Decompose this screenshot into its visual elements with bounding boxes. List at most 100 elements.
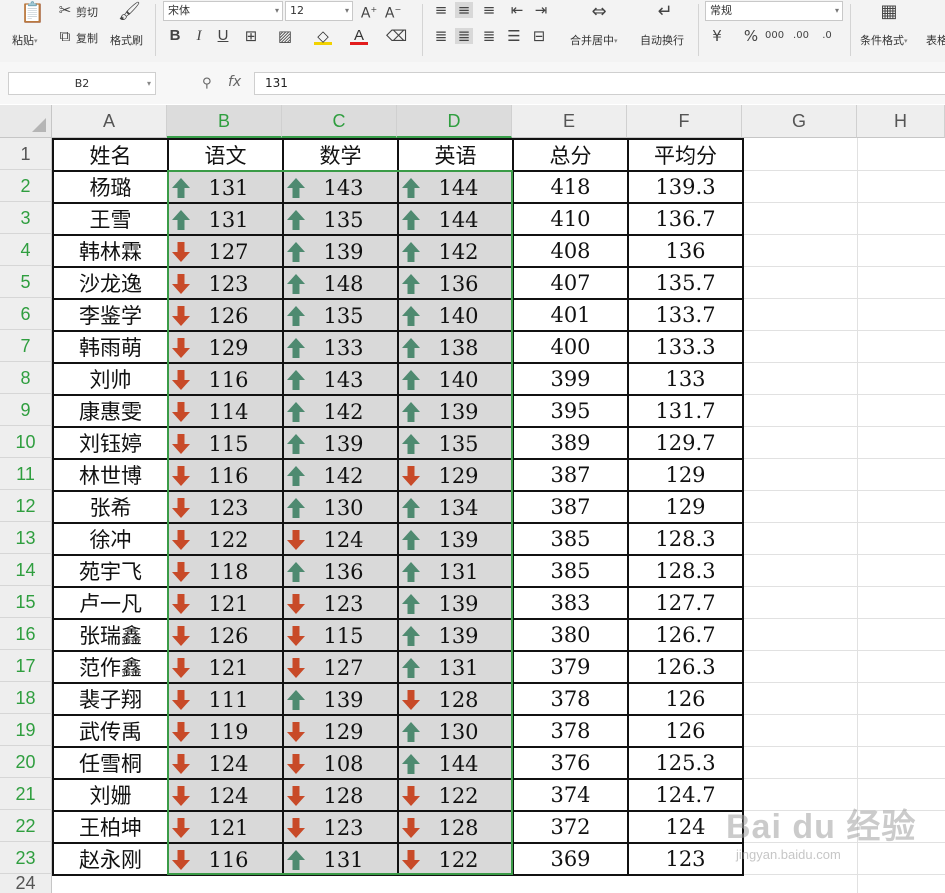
row-header[interactable]: 2	[0, 170, 52, 202]
row-header[interactable]: 7	[0, 330, 52, 362]
math-score-cell[interactable]: 136	[282, 554, 399, 588]
name-cell[interactable]: 沙龙逸	[52, 266, 169, 300]
number-format-select[interactable]: 常规 ▾	[705, 1, 843, 21]
row-header[interactable]: 14	[0, 554, 52, 586]
total-cell[interactable]: 378	[512, 714, 629, 748]
math-score-cell[interactable]: 124	[282, 522, 399, 556]
english-score-cell[interactable]: 139	[397, 618, 514, 652]
name-cell[interactable]: 刘帅	[52, 362, 169, 396]
row-header[interactable]: 5	[0, 266, 52, 298]
chinese-score-cell[interactable]: 122	[167, 522, 284, 556]
total-cell[interactable]: 369	[512, 842, 629, 876]
underline-icon[interactable]: U	[214, 28, 232, 44]
wrap-text-icon[interactable]: ↵	[654, 3, 676, 21]
name-cell[interactable]: 刘姗	[52, 778, 169, 812]
align-middle-icon[interactable]: ≡	[455, 2, 473, 18]
english-score-cell[interactable]: 122	[397, 842, 514, 876]
percent-icon[interactable]: %	[742, 28, 760, 44]
thousands-icon[interactable]: 000	[765, 28, 784, 44]
average-cell[interactable]: 136	[627, 234, 744, 268]
average-cell[interactable]: 128.3	[627, 554, 744, 588]
average-cell[interactable]: 126.3	[627, 650, 744, 684]
align-right-icon[interactable]: ≣	[480, 28, 498, 44]
english-score-cell[interactable]: 140	[397, 362, 514, 396]
border-icon[interactable]: ⊞	[242, 28, 260, 44]
average-cell[interactable]: 126.7	[627, 618, 744, 652]
increase-font-icon[interactable]: A+	[360, 2, 378, 22]
chinese-score-cell[interactable]: 124	[167, 746, 284, 780]
chinese-score-cell[interactable]: 118	[167, 554, 284, 588]
name-cell[interactable]: 杨璐	[52, 170, 169, 204]
chinese-score-cell[interactable]: 116	[167, 362, 284, 396]
row-header[interactable]: 6	[0, 298, 52, 330]
column-header-g[interactable]: G	[742, 105, 857, 138]
math-score-cell[interactable]: 135	[282, 202, 399, 236]
average-cell[interactable]: 131.7	[627, 394, 744, 428]
chinese-score-cell[interactable]: 115	[167, 426, 284, 460]
average-cell[interactable]: 139.3	[627, 170, 744, 204]
row-header[interactable]: 10	[0, 426, 52, 458]
average-cell[interactable]: 135.7	[627, 266, 744, 300]
total-cell[interactable]: 387	[512, 490, 629, 524]
total-cell[interactable]: 399	[512, 362, 629, 396]
header-chinese-cell[interactable]: 语文	[167, 138, 284, 172]
name-cell[interactable]: 任雪桐	[52, 746, 169, 780]
average-cell[interactable]: 126	[627, 714, 744, 748]
select-all-corner[interactable]	[0, 105, 52, 138]
copy-button[interactable]: 复制	[76, 30, 98, 46]
row-header[interactable]: 17	[0, 650, 52, 682]
column-header-b[interactable]: B	[167, 105, 282, 138]
math-score-cell[interactable]: 131	[282, 842, 399, 876]
chinese-score-cell[interactable]: 129	[167, 330, 284, 364]
chinese-score-cell[interactable]: 127	[167, 234, 284, 268]
zoom-magnifier-icon[interactable]: ⚲	[202, 76, 212, 91]
total-cell[interactable]: 407	[512, 266, 629, 300]
english-score-cell[interactable]: 131	[397, 650, 514, 684]
merge-center-button[interactable]: 合并居中▾	[570, 32, 618, 48]
total-cell[interactable]: 374	[512, 778, 629, 812]
merge-center-icon[interactable]: ⇔	[588, 3, 610, 21]
row-header[interactable]: 23	[0, 842, 52, 874]
english-score-cell[interactable]: 144	[397, 202, 514, 236]
chinese-score-cell[interactable]: 126	[167, 618, 284, 652]
name-cell[interactable]: 武传禹	[52, 714, 169, 748]
paste-icon[interactable]: 📋	[20, 2, 45, 22]
chinese-score-cell[interactable]: 123	[167, 266, 284, 300]
average-cell[interactable]: 133	[627, 362, 744, 396]
english-score-cell[interactable]: 142	[397, 234, 514, 268]
row-header[interactable]: 3	[0, 202, 52, 234]
math-score-cell[interactable]: 123	[282, 810, 399, 844]
math-score-cell[interactable]: 148	[282, 266, 399, 300]
english-score-cell[interactable]: 138	[397, 330, 514, 364]
row-header[interactable]: 12	[0, 490, 52, 522]
math-score-cell[interactable]: 139	[282, 234, 399, 268]
fill-color-icon[interactable]: ◇	[314, 28, 332, 45]
row-header[interactable]: 1	[0, 138, 52, 170]
chinese-score-cell[interactable]: 119	[167, 714, 284, 748]
column-header-a[interactable]: A	[52, 105, 167, 138]
math-score-cell[interactable]: 115	[282, 618, 399, 652]
chinese-score-cell[interactable]: 116	[167, 458, 284, 492]
row-header[interactable]: 16	[0, 618, 52, 650]
math-score-cell[interactable]: 108	[282, 746, 399, 780]
font-name-select[interactable]: 宋体 ▾	[163, 1, 283, 21]
math-score-cell[interactable]: 133	[282, 330, 399, 364]
total-cell[interactable]: 383	[512, 586, 629, 620]
chinese-score-cell[interactable]: 121	[167, 810, 284, 844]
name-cell[interactable]: 林世博	[52, 458, 169, 492]
total-cell[interactable]: 379	[512, 650, 629, 684]
name-cell[interactable]: 康惠雯	[52, 394, 169, 428]
wrap-text-button[interactable]: 自动换行	[640, 32, 684, 48]
chinese-score-cell[interactable]: 131	[167, 202, 284, 236]
align-center-icon[interactable]: ≣	[455, 28, 473, 44]
format-painter-icon[interactable]: 🖌	[118, 3, 141, 21]
english-score-cell[interactable]: 136	[397, 266, 514, 300]
bold-icon[interactable]: B	[166, 28, 184, 44]
name-cell[interactable]: 卢一凡	[52, 586, 169, 620]
name-cell[interactable]: 张瑞鑫	[52, 618, 169, 652]
chinese-score-cell[interactable]: 111	[167, 682, 284, 716]
english-score-cell[interactable]: 122	[397, 778, 514, 812]
english-score-cell[interactable]: 130	[397, 714, 514, 748]
english-score-cell[interactable]: 129	[397, 458, 514, 492]
currency-icon[interactable]: ¥	[708, 28, 726, 44]
